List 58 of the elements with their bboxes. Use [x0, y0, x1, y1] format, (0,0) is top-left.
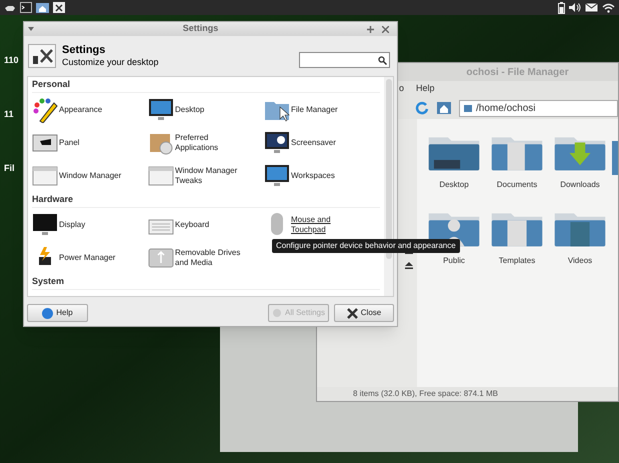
status-bar-text: 8 items (32.0 KB), Free space: 874.1 MB: [353, 388, 498, 400]
location-field[interactable]: /home/ochosi: [459, 100, 618, 116]
settings-item[interactable]: Window Manager: [32, 159, 148, 192]
settings-item-icon: [264, 162, 290, 188]
desktop-icon-label[interactable]: 11: [4, 108, 14, 122]
settings-item[interactable]: Mouse and Touchpad: [264, 208, 380, 241]
mail-icon[interactable]: [585, 3, 598, 12]
home-icon[interactable]: [437, 102, 451, 114]
settings-item[interactable]: Desktop: [148, 93, 264, 126]
settings-item[interactable]: Screensaver: [264, 126, 380, 159]
folder-label[interactable]: Desktop: [439, 179, 469, 191]
desktop-icon-label[interactable]: Fil: [4, 162, 14, 176]
menu-item[interactable]: o: [399, 82, 404, 96]
settings-item[interactable]: Display: [32, 208, 148, 241]
home-folder-icon[interactable]: [36, 2, 49, 13]
settings-item[interactable]: Appearance: [32, 93, 148, 126]
window-menu-icon[interactable]: [28, 27, 34, 31]
header-title: Settings: [62, 44, 106, 57]
help-button[interactable]: Help: [27, 304, 88, 322]
wifi-icon[interactable]: [602, 2, 615, 12]
section-heading: Hardware: [32, 193, 74, 206]
settings-item[interactable]: Keyboard: [148, 208, 264, 241]
folder-label[interactable]: Public: [443, 255, 465, 267]
section-heading: Personal: [32, 78, 70, 92]
settings-item-icon: [264, 130, 290, 156]
volume-icon[interactable]: [569, 2, 581, 13]
terminal-icon[interactable]: [20, 2, 32, 13]
settings-item-icon: [32, 96, 58, 122]
settings-tools-icon: [28, 44, 56, 68]
eject-icon[interactable]: [405, 262, 413, 269]
menu-item[interactable]: Help: [416, 82, 435, 96]
settings-item[interactable]: Workspaces: [264, 159, 380, 192]
settings-item[interactable]: Panel: [32, 126, 148, 159]
tooltip: Configure pointer device behavior and appearance: [272, 239, 460, 253]
close-icon: [346, 308, 358, 318]
window-title: ochosi - File Manager: [466, 66, 569, 80]
folder-label[interactable]: Videos: [568, 255, 592, 267]
section-heading: System: [32, 275, 64, 288]
close-button[interactable]: Close: [334, 304, 394, 322]
header-subtitle: Customize your desktop: [62, 57, 160, 68]
reload-icon[interactable]: [415, 101, 429, 115]
settings-item[interactable]: File Manager: [264, 93, 380, 126]
close-icon[interactable]: [382, 26, 389, 32]
battery-icon[interactable]: [558, 2, 565, 14]
settings-item-icon: [32, 212, 58, 238]
settings-item[interactable]: Power Manager: [32, 241, 148, 274]
window-title: Settings: [182, 22, 220, 36]
folder-label[interactable]: Templates: [498, 255, 536, 267]
settings-item[interactable]: Removable Drives and Media: [148, 241, 264, 274]
settings-item-icon: [148, 96, 174, 122]
desktop-icon-label[interactable]: 110: [4, 54, 19, 68]
search-icon: [378, 56, 387, 64]
folder-label[interactable]: Documents: [496, 179, 538, 191]
maximize-icon[interactable]: [367, 26, 374, 32]
folder-label[interactable]: Downloads: [560, 179, 600, 191]
settings-item[interactable]: Preferred Applications: [148, 126, 264, 159]
search-field[interactable]: [299, 52, 390, 68]
settings-item[interactable]: Window Manager Tweaks: [148, 159, 264, 192]
